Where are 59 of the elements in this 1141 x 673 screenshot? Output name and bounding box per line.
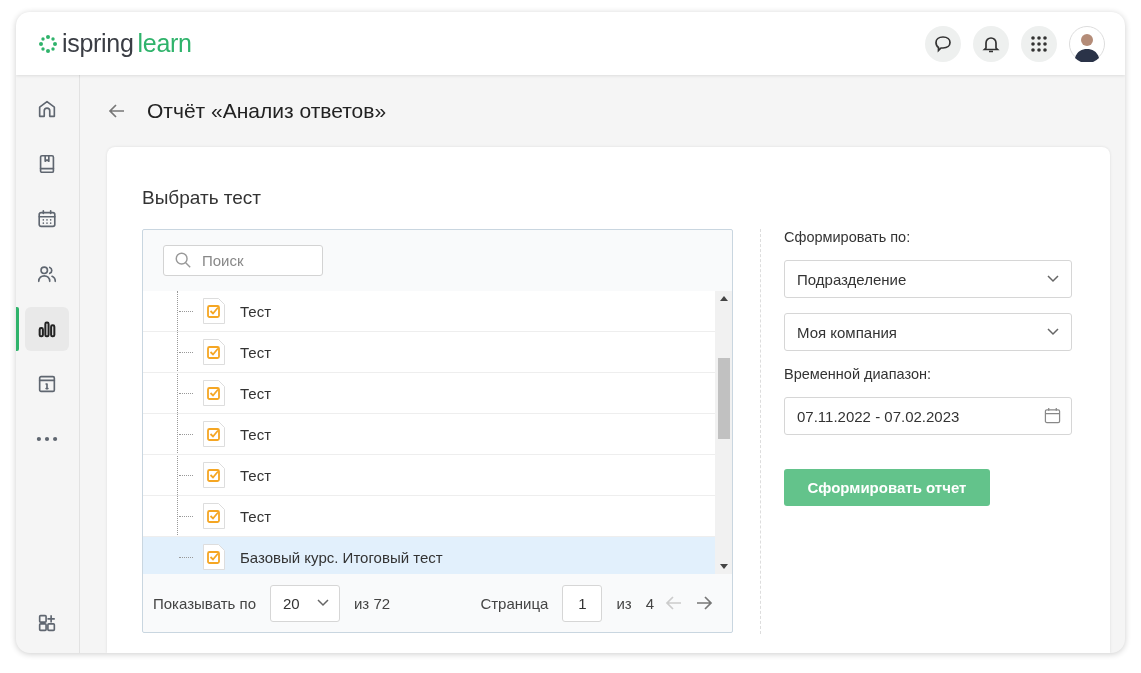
scope-select[interactable]: Моя компания	[784, 313, 1072, 351]
search-field[interactable]: Поиск	[163, 245, 323, 276]
chat-icon	[933, 33, 953, 54]
test-name: Тест	[240, 384, 272, 402]
test-file-icon	[202, 543, 226, 571]
chat-button[interactable]	[925, 25, 961, 62]
test-file-icon	[202, 338, 226, 366]
page-size-label: Показывать по	[153, 594, 256, 612]
section-heading: Выбрать тест	[142, 187, 263, 209]
users-icon	[36, 263, 58, 285]
chevron-down-icon	[1047, 275, 1059, 283]
test-name: Базовый курс. Итоговый тест	[240, 548, 443, 566]
calendar-icon	[36, 208, 58, 230]
add-apps-icon	[36, 612, 58, 634]
calendar-icon	[1044, 407, 1061, 424]
test-name: Тест	[240, 425, 272, 443]
apps-grid-icon	[1029, 33, 1049, 54]
chevron-down-icon	[1047, 328, 1059, 336]
test-row[interactable]: Тест	[143, 373, 715, 414]
test-row[interactable]: Тест	[143, 332, 715, 373]
info-icon	[36, 373, 58, 395]
scroll-down-icon[interactable]	[719, 564, 728, 569]
date-range-field[interactable]: 07.11.2022 - 07.02.2023	[784, 397, 1072, 435]
test-row[interactable]: Тест	[143, 291, 715, 332]
scrollbar-thumb[interactable]	[717, 358, 730, 439]
logo-brand: ispring	[62, 29, 134, 58]
test-name: Тест	[240, 466, 272, 484]
test-name: Тест	[240, 507, 272, 525]
test-file-icon	[202, 297, 226, 325]
group-by-select[interactable]: Подразделение	[784, 260, 1072, 298]
test-file-icon	[202, 461, 226, 489]
page-label: Страница	[480, 594, 549, 612]
logo-icon	[38, 33, 58, 54]
date-range-label: Временной диапазон:	[784, 366, 932, 382]
test-row[interactable]: Тест	[143, 414, 715, 455]
test-file-icon	[202, 420, 226, 448]
total-count: из 72	[354, 594, 391, 612]
more-icon	[36, 436, 58, 442]
notifications-button[interactable]	[973, 25, 1009, 62]
scroll-up-icon[interactable]	[719, 296, 728, 301]
avatar[interactable]	[1069, 25, 1105, 62]
test-name: Тест	[240, 343, 272, 361]
pages-of-label: из	[616, 594, 632, 612]
page-number-field[interactable]: 1	[562, 584, 603, 622]
page-title: Отчёт «Анализ ответов»	[147, 99, 387, 123]
page-size-select[interactable]: 20	[270, 584, 340, 622]
search-icon	[174, 251, 192, 269]
group-by-label: Сформировать по:	[784, 229, 912, 245]
home-icon	[36, 98, 58, 120]
page-count: 4	[645, 594, 654, 612]
test-file-icon	[202, 379, 226, 407]
scrollbar[interactable]	[715, 291, 732, 574]
test-file-icon	[202, 502, 226, 530]
chevron-down-icon	[317, 599, 329, 607]
logo-product: learn	[137, 29, 192, 58]
test-row[interactable]: Базовый курс. Итоговый тест	[143, 537, 715, 574]
test-name: Тест	[240, 302, 272, 320]
test-row[interactable]: Тест	[143, 455, 715, 496]
apps-button[interactable]	[1021, 25, 1057, 62]
